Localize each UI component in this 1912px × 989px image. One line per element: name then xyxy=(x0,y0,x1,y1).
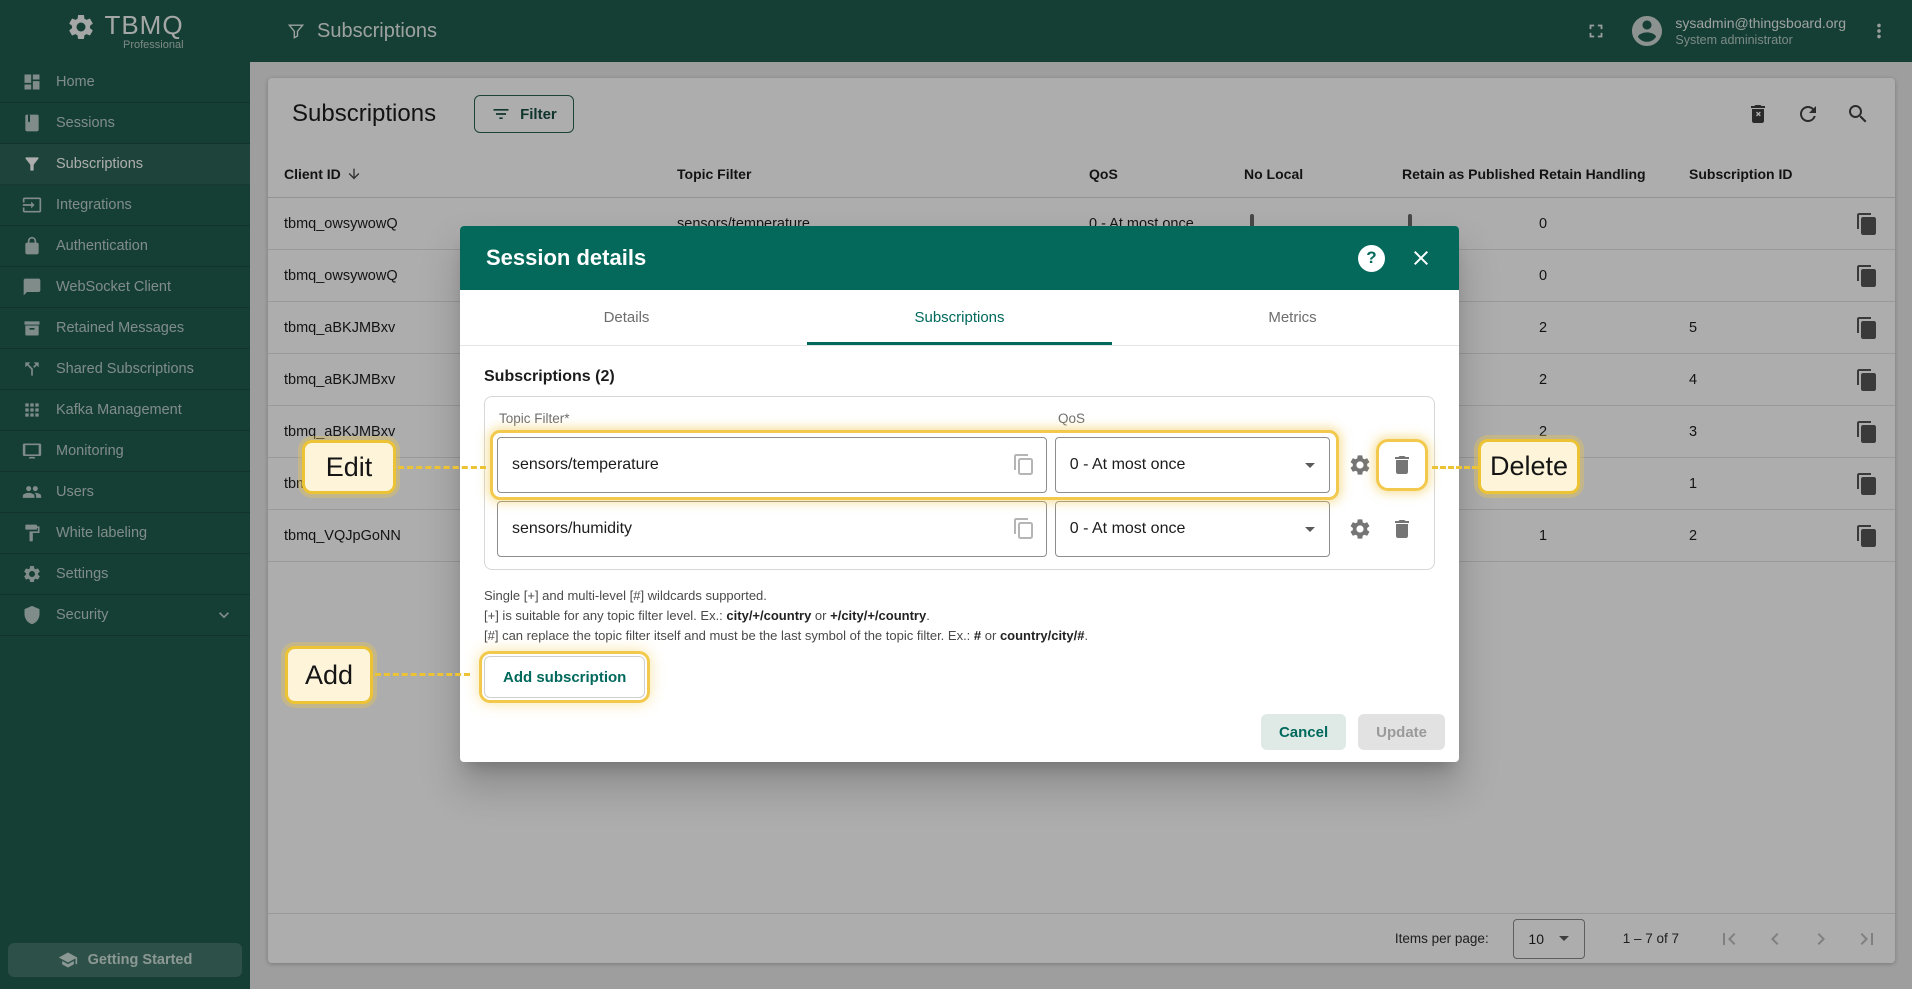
add-annotation-connector xyxy=(375,673,470,676)
add-subscription-button[interactable]: Add subscription xyxy=(484,656,645,698)
copy-icon[interactable] xyxy=(1012,453,1036,477)
topic-filter-value: sensors/humidity xyxy=(512,520,1012,538)
topic-filter-input[interactable]: sensors/humidity xyxy=(497,501,1047,557)
dialog-tabs: Details Subscriptions Metrics xyxy=(460,290,1459,346)
update-button[interactable]: Update xyxy=(1358,714,1445,750)
delete-subscription-trash-icon[interactable] xyxy=(1382,509,1422,549)
edit-annotation-connector xyxy=(398,466,486,469)
hint-line: Single [+] and multi-level [#] wildcards… xyxy=(484,586,1435,606)
cancel-button[interactable]: Cancel xyxy=(1261,714,1346,750)
add-annotation-callout: Add xyxy=(285,646,373,704)
subscription-options-gear-icon[interactable] xyxy=(1340,509,1380,549)
subscriptions-count-title: Subscriptions (2) xyxy=(484,368,1435,386)
dialog-footer: Cancel Update xyxy=(1261,714,1445,750)
copy-icon[interactable] xyxy=(1012,517,1036,541)
session-details-dialog: Session details ? Details Subscriptions … xyxy=(460,226,1459,762)
topic-filter-value: sensors/temperature xyxy=(512,456,1012,474)
delete-annotation-callout: Delete xyxy=(1478,439,1580,494)
subscription-options-gear-icon[interactable] xyxy=(1340,445,1380,485)
topic-filter-input[interactable]: sensors/temperature xyxy=(497,437,1047,493)
qos-value: 0 - At most once xyxy=(1070,520,1186,538)
field-labels-row: Topic Filter* QoS xyxy=(497,409,1422,431)
close-icon[interactable] xyxy=(1409,246,1433,270)
delete-annotation-connector xyxy=(1432,466,1478,469)
dropdown-caret-icon xyxy=(1305,463,1315,468)
app-root: TBMQ Professional Subscriptions sysadmin… xyxy=(0,0,1912,989)
dialog-body: Subscriptions (2) Topic Filter* QoS sens… xyxy=(460,346,1459,762)
topic-filter-label: Topic Filter* xyxy=(499,411,570,426)
subscription-row: sensors/humidity 0 - At most once xyxy=(497,501,1422,557)
qos-select[interactable]: 0 - At most once xyxy=(1055,501,1330,557)
dialog-title: Session details xyxy=(486,245,646,271)
hint-line: [+] is suitable for any topic filter lev… xyxy=(484,606,1435,626)
wildcard-hints: Single [+] and multi-level [#] wildcards… xyxy=(484,586,1435,646)
help-icon[interactable]: ? xyxy=(1358,245,1385,272)
dropdown-caret-icon xyxy=(1305,527,1315,532)
dialog-header: Session details ? xyxy=(460,226,1459,290)
qos-label: QoS xyxy=(1058,411,1085,426)
tab-metrics[interactable]: Metrics xyxy=(1126,290,1459,345)
subscriptions-form-card: Topic Filter* QoS sensors/temperature 0 … xyxy=(484,396,1435,570)
qos-select[interactable]: 0 - At most once xyxy=(1055,437,1330,493)
tab-details[interactable]: Details xyxy=(460,290,793,345)
edit-annotation-callout: Edit xyxy=(302,440,396,494)
hint-line: [#] can replace the topic filter itself … xyxy=(484,626,1435,646)
subscription-row: sensors/temperature 0 - At most once xyxy=(497,437,1422,493)
delete-subscription-trash-icon[interactable] xyxy=(1382,445,1422,485)
tab-subscriptions[interactable]: Subscriptions xyxy=(793,290,1126,345)
qos-value: 0 - At most once xyxy=(1070,456,1186,474)
